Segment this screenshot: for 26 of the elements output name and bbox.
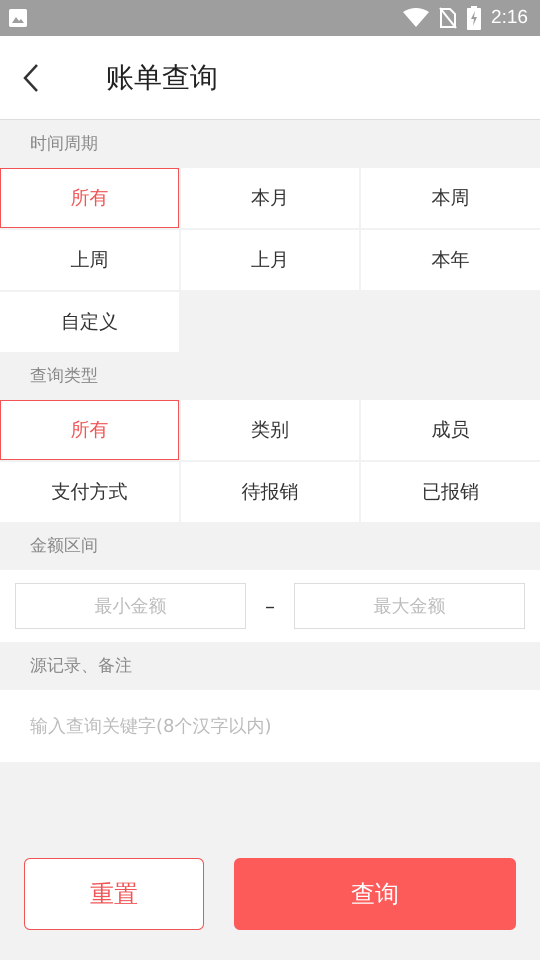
type-option[interactable]: 类别 [180, 400, 360, 460]
type-option[interactable]: 已报销 [361, 462, 540, 522]
period-option[interactable]: 自定义 [0, 292, 179, 352]
period-option[interactable]: 本月 [180, 168, 360, 228]
section-label: 源记录、备注 [29, 655, 133, 678]
section-label: 查询类型 [29, 365, 99, 388]
section-label: 金额区间 [29, 535, 99, 558]
page-title: 账单查询 [106, 60, 218, 96]
no-sim-icon [439, 7, 458, 29]
max-amount-field[interactable]: 最大金额 [294, 583, 525, 629]
period-option[interactable]: 上周 [0, 230, 179, 290]
range-separator: – [264, 594, 276, 618]
wifi-icon [403, 8, 430, 28]
type-option[interactable]: 待报销 [180, 462, 360, 522]
period-option[interactable]: 本周 [361, 168, 540, 228]
keyword-field[interactable]: 输入查询关键字(8个汉字以内) [0, 690, 540, 762]
period-option[interactable]: 上月 [180, 230, 360, 290]
back-icon[interactable] [22, 62, 40, 92]
type-option[interactable]: 成员 [361, 400, 540, 460]
section-label: 时间周期 [29, 133, 99, 156]
type-option[interactable]: 支付方式 [0, 462, 179, 522]
battery-charging-icon [467, 6, 482, 30]
min-amount-field[interactable]: 最小金额 [15, 583, 246, 629]
image-icon [8, 8, 28, 28]
status-time: 2:16 [491, 7, 528, 29]
period-option[interactable]: 本年 [361, 230, 540, 290]
